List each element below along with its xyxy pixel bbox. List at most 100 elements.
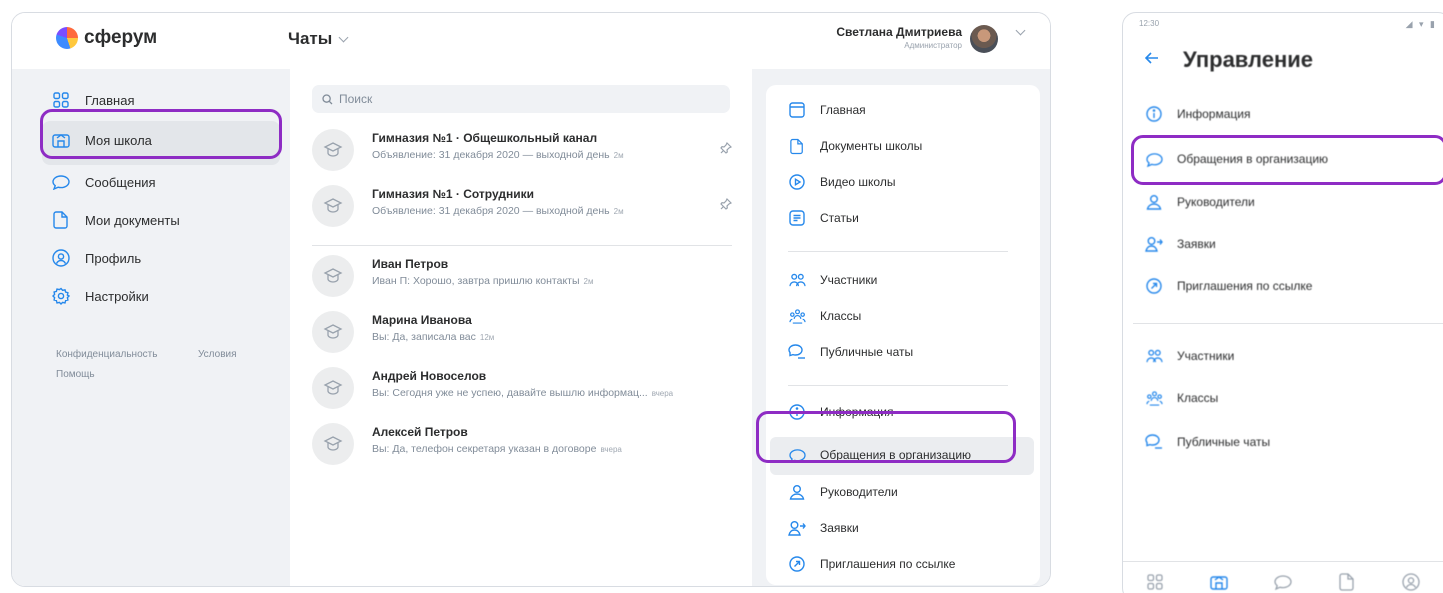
menu-item-public-chats[interactable]: Публичные чаты	[788, 343, 913, 361]
tab-profile-icon[interactable]	[1401, 572, 1421, 592]
phone-item-managers[interactable]: Руководители	[1145, 193, 1255, 211]
phone-item-classes[interactable]: Классы	[1145, 389, 1218, 407]
menu-item-label: Публичные чаты	[820, 345, 914, 359]
search-placeholder: Поиск	[339, 92, 373, 106]
search-icon	[322, 93, 333, 105]
chat-list-panel: Поиск Гимназия №1 · Общешкольный канал О…	[290, 69, 752, 586]
highlight-my-school	[40, 109, 282, 159]
phone-item-requests[interactable]: Заявки	[1145, 235, 1216, 253]
users-icon	[788, 271, 806, 289]
phone-item-members[interactable]: Участники	[1145, 347, 1234, 365]
graduation-cap-icon	[312, 129, 354, 171]
sidebar-item-label: Главная	[85, 92, 135, 108]
chat-time: 12м	[479, 333, 495, 342]
user-name: Светлана Дмитриева	[836, 25, 962, 39]
section-title-dropdown[interactable]: Чаты	[288, 29, 349, 49]
tab-messages-icon[interactable]	[1273, 572, 1293, 592]
phone-item-public-chats[interactable]: Публичные чаты	[1145, 433, 1270, 451]
menu-item-school-documents[interactable]: Документы школы	[788, 137, 922, 155]
tab-school-icon[interactable]	[1209, 572, 1229, 592]
avatar[interactable]	[970, 25, 998, 53]
chats-icon	[1145, 433, 1163, 451]
phone-item-label: Классы	[1177, 391, 1219, 405]
chat-time: вчера	[651, 389, 674, 398]
status-time: 12:30	[1139, 19, 1160, 28]
chat-preview: Иван П: Хорошо, завтра пришлю контакты 2м	[372, 275, 594, 287]
user-menu-chevron-icon[interactable]	[1015, 25, 1026, 36]
chat-title: Марина Иванова	[372, 313, 472, 327]
sidebar-item-my-documents[interactable]: Мои документы	[52, 211, 180, 229]
graduation-cap-icon	[312, 255, 354, 297]
menu-item-label: Заявки	[820, 521, 859, 535]
play-icon	[788, 173, 806, 191]
menu-item-managers[interactable]: Руководители	[788, 483, 898, 501]
menu-item-home[interactable]: Главная	[788, 101, 866, 119]
chat-row[interactable]: Иван Петров Иван П: Хорошо, завтра пришл…	[312, 253, 732, 305]
chat-title: Гимназия №1 · Общешкольный канал	[372, 131, 598, 145]
sidebar-item-messages[interactable]: Сообщения	[52, 173, 156, 191]
user-role: Администратор	[904, 41, 962, 50]
chat-title: Андрей Новоселов	[372, 369, 487, 383]
menu-item-label: Приглашения по ссылке	[820, 557, 956, 571]
tab-documents-icon[interactable]	[1337, 572, 1357, 592]
mobile-screen: 12:30 ◢ ▾ ▮ Управление Информация Обраще…	[1122, 12, 1443, 593]
chat-row[interactable]: Гимназия №1 · Сотрудники Объявление: 31 …	[312, 183, 733, 235]
section-title: Чаты	[288, 29, 333, 48]
user-info[interactable]: Светлана Дмитриева Администратор	[836, 25, 962, 50]
school-menu-card: Главная Документы школы Видео школы Стат…	[766, 85, 1040, 585]
chat-row[interactable]: Гимназия №1 · Общешкольный канал Объявле…	[312, 127, 733, 179]
back-arrow-icon[interactable]	[1144, 51, 1159, 69]
divider	[788, 385, 1008, 386]
bottom-tab-bar	[1123, 561, 1443, 593]
menu-item-label: Видео школы	[820, 175, 896, 189]
sidebar-item-settings[interactable]: Настройки	[52, 287, 149, 305]
chat-time: 2м	[613, 151, 624, 160]
menu-item-link-invitations[interactable]: Приглашения по ссылке	[788, 555, 955, 573]
chat-title: Алексей Петров	[372, 425, 468, 439]
chat-preview: Вы: Сегодня уже не успею, давайте вышлю …	[372, 387, 674, 399]
menu-item-requests[interactable]: Заявки	[788, 519, 859, 537]
chat-row[interactable]: Марина Иванова Вы: Да, записала вас 12м	[312, 309, 732, 361]
phone-item-link-invitations[interactable]: Приглашения по ссылке	[1145, 277, 1312, 295]
menu-item-school-video[interactable]: Видео школы	[788, 173, 895, 191]
user-add-icon	[1145, 235, 1163, 253]
terms-link[interactable]: Условия	[198, 349, 237, 360]
status-signal-icon: ◢ ▾ ▮	[1405, 19, 1437, 29]
school-menu-panel: Главная Документы школы Видео школы Стат…	[752, 69, 1050, 586]
menu-item-members[interactable]: Участники	[788, 271, 877, 289]
info-icon	[1145, 105, 1163, 123]
divider	[1133, 323, 1443, 324]
privacy-link[interactable]: Конфиденциальность	[56, 349, 157, 360]
sidebar-item-home[interactable]: Главная	[52, 91, 134, 109]
classes-icon	[788, 307, 806, 325]
highlight-phone-organization-appeals	[1131, 135, 1443, 185]
highlight-organization-appeals	[756, 411, 1016, 463]
search-input[interactable]: Поиск	[312, 85, 730, 113]
help-link[interactable]: Помощь	[56, 369, 95, 380]
menu-item-articles[interactable]: Статьи	[788, 209, 859, 227]
chats-icon	[788, 343, 806, 361]
brand-name: сферум	[84, 27, 158, 48]
chat-row[interactable]: Алексей Петров Вы: Да, телефон секретаря…	[312, 421, 732, 473]
pin-icon	[720, 141, 733, 159]
document-icon	[52, 211, 70, 229]
chat-row[interactable]: Андрей Новоселов Вы: Сегодня уже не успе…	[312, 365, 732, 417]
phone-item-information[interactable]: Информация	[1145, 105, 1250, 123]
phone-item-label: Информация	[1177, 107, 1251, 121]
chat-time: 2м	[583, 277, 594, 286]
grid-icon	[52, 91, 70, 109]
sferum-logo-icon	[56, 27, 78, 49]
phone-item-label: Приглашения по ссылке	[1177, 279, 1313, 293]
sidebar-item-profile[interactable]: Профиль	[52, 249, 141, 267]
menu-item-classes[interactable]: Классы	[788, 307, 861, 325]
document-icon	[788, 137, 806, 155]
menu-item-label: Главная	[820, 103, 866, 117]
divider	[312, 245, 732, 246]
chevron-down-icon	[338, 32, 349, 42]
gear-icon	[52, 287, 70, 305]
tab-home-grid-icon[interactable]	[1145, 572, 1165, 592]
brand-logo[interactable]: сферум	[56, 27, 157, 49]
desktop-window: сферум Чаты Светлана Дмитриева Администр…	[11, 12, 1051, 587]
user-icon	[1145, 193, 1163, 211]
profile-icon	[52, 249, 70, 267]
